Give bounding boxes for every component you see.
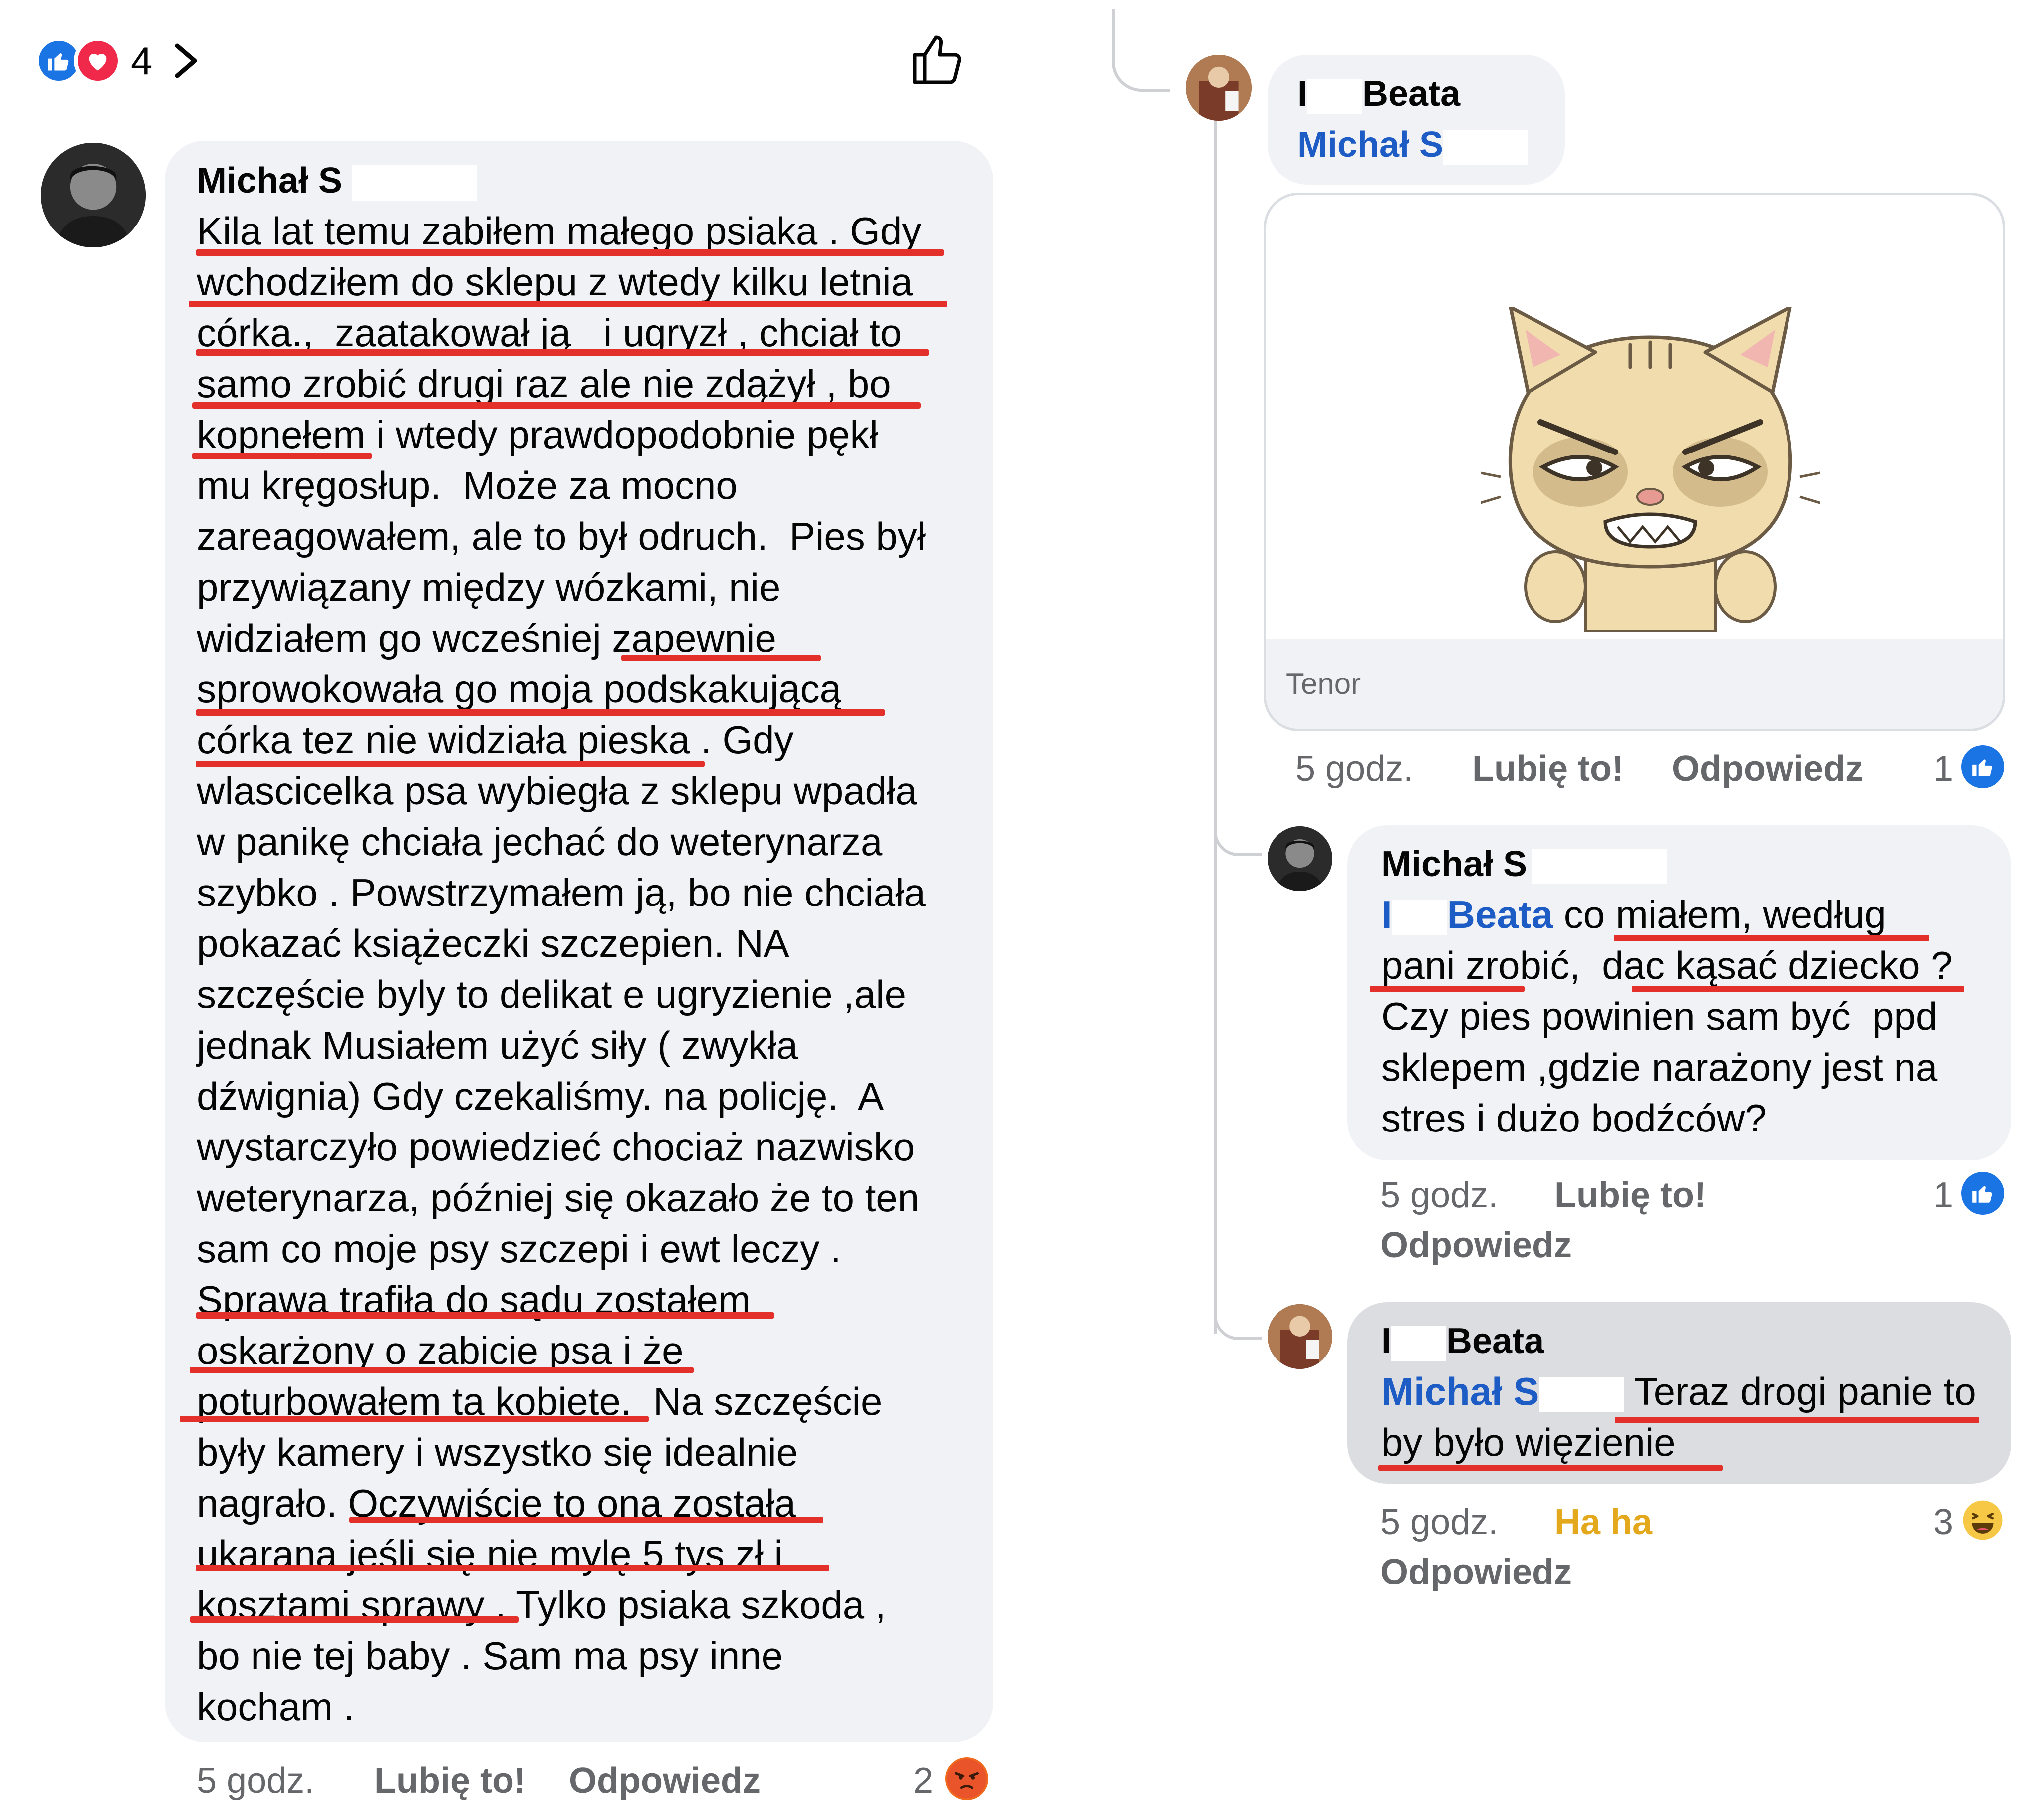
reaction-count: 2 bbox=[913, 1761, 934, 1801]
comment-line: przywiązany między wózkami, nie bbox=[197, 565, 781, 609]
comment-line: dźwignia) Gdy czekaliśmy. na policję. A bbox=[197, 1074, 884, 1118]
avatar[interactable] bbox=[1268, 1304, 1332, 1369]
comment-line: bo nie tej baby . Sam ma psy inne bbox=[197, 1634, 783, 1678]
comment-line: sprowokowała go moja podskakującą bbox=[197, 667, 842, 711]
comment-timestamp[interactable]: 5 godz. bbox=[1380, 1502, 1498, 1543]
comment-line: Kila lat temu zabiłem małego psiaka . Gd… bbox=[197, 209, 922, 253]
mention-link[interactable]: Michał S bbox=[1297, 125, 1443, 165]
comment-line: wystarczyło powiedzieć chociaż nazwisko bbox=[197, 1125, 915, 1169]
avatar[interactable] bbox=[1186, 55, 1252, 121]
comment-line: stres i dużo bodźców? bbox=[1381, 1096, 1767, 1140]
gif-attachment[interactable]: Tenor bbox=[1264, 193, 2005, 731]
comment-line: sam co moje psy szczepi i ewt leczy . bbox=[197, 1227, 841, 1271]
angry-emoji-icon[interactable] bbox=[945, 1757, 988, 1800]
comment-line: weterynarza, później się okazało że to t… bbox=[197, 1176, 920, 1220]
comment-line: zareagowałem, ale to był odruch. Pies by… bbox=[197, 514, 926, 558]
haha-emoji-icon[interactable] bbox=[1961, 1499, 2004, 1542]
mention-link[interactable]: Michał S bbox=[1381, 1369, 1539, 1413]
comment-line: ukarana jeśli się nie mylę 5 tys zł i bbox=[197, 1532, 783, 1576]
reply-author[interactable]: Michał S bbox=[1381, 839, 2011, 889]
love-reaction-icon bbox=[74, 37, 122, 85]
reply-button[interactable]: Odpowiedz bbox=[569, 1761, 761, 1801]
comment-line: wlascicelka psa wybiegła z sklepu wpadła bbox=[197, 769, 917, 813]
comment-line: pokazać książeczki szczepien. NA bbox=[197, 921, 789, 965]
redacted-name bbox=[1392, 900, 1447, 935]
comment-text: Michał S Teraz drogi panie to bbox=[1381, 1369, 1976, 1413]
reply-bubble: I Beata Michał S bbox=[1268, 55, 1565, 185]
redacted-surname bbox=[1532, 849, 1667, 884]
reaction-count: 4 bbox=[131, 38, 153, 83]
comment-line: szczęście byly to delikat e ugryzienie ,… bbox=[197, 972, 907, 1016]
like-button[interactable]: Lubię to! bbox=[1554, 1175, 1706, 1215]
reply-button[interactable]: Odpowiedz bbox=[1380, 1552, 1572, 1592]
avatar[interactable] bbox=[1268, 826, 1332, 891]
like-button[interactable]: Lubię to! bbox=[374, 1761, 526, 1801]
avatar[interactable] bbox=[41, 143, 146, 247]
comment-line: pani zrobić, dac kąsać dziecko ? bbox=[1381, 943, 1953, 987]
comment-line: jednak Musiałem użyć siły ( zwykła bbox=[197, 1023, 798, 1067]
reactions-summary[interactable]: 4 bbox=[35, 36, 202, 86]
reply-button[interactable]: Odpowiedz bbox=[1672, 749, 1863, 789]
angry-cat-gif bbox=[1481, 307, 1820, 632]
comment-bubble: Michał S Kila lat temu zabiłem małego ps… bbox=[165, 141, 993, 1742]
redacted-surname bbox=[352, 165, 478, 201]
redacted-name bbox=[1391, 1326, 1447, 1361]
like-icon[interactable] bbox=[1961, 1172, 2004, 1215]
comment-line: Czy pies powinien sam być ppd bbox=[1381, 994, 1938, 1038]
gif-source-label: Tenor bbox=[1266, 639, 2003, 729]
comment-line: samo zrobić drugi raz ale nie zdążył , b… bbox=[197, 362, 891, 406]
reaction-count: 3 bbox=[1933, 1502, 1954, 1542]
haha-button[interactable]: Ha ha bbox=[1554, 1502, 1652, 1542]
redacted-name bbox=[1307, 78, 1363, 114]
comment-line: córka tez nie widziała pieska . Gdy bbox=[197, 718, 794, 762]
reply-bubble: Michał S I Beata co miałem, według pani z… bbox=[1347, 825, 2011, 1160]
comment-timestamp[interactable]: 5 godz. bbox=[1295, 748, 1413, 789]
reply-author[interactable]: I Beata bbox=[1297, 69, 1565, 119]
comment-line: kopnełem i wtedy prawdopodobnie pękł bbox=[197, 413, 878, 456]
mention-link[interactable]: I Beata bbox=[1381, 893, 1553, 936]
reaction-count: 1 bbox=[1933, 1175, 1954, 1215]
redacted-surname bbox=[1539, 1377, 1624, 1412]
reply-button[interactable]: Odpowiedz bbox=[1380, 1225, 1572, 1265]
chevron-right-icon[interactable] bbox=[167, 41, 202, 81]
comment-timestamp[interactable]: 5 godz. bbox=[1380, 1175, 1498, 1216]
like-button[interactable]: Lubię to! bbox=[1472, 749, 1624, 789]
comment-text-continued: pani zrobić, dac kąsać dziecko ? Czy pies… bbox=[1381, 940, 2011, 1143]
comment-line: widziałem go wcześniej zapewnie bbox=[197, 616, 776, 660]
reply-author[interactable]: I Beata bbox=[1381, 1316, 2011, 1366]
comment-line: szybko . Powstrzymałem ją, bo nie chciał… bbox=[197, 871, 926, 914]
reply-bubble: I Beata Michał S Teraz drogi panie to by … bbox=[1347, 1302, 2011, 1484]
redacted-surname bbox=[1443, 129, 1529, 165]
comment-line: były kamery i wszystko się idealnie bbox=[197, 1430, 798, 1474]
comment-line: mu kręgosłup. Może za mocno bbox=[197, 463, 738, 507]
comment-author[interactable]: Michał S bbox=[197, 156, 993, 206]
thumbs-up-icon[interactable] bbox=[907, 30, 967, 90]
like-icon[interactable] bbox=[1961, 745, 2004, 788]
comment-text: Kila lat temu zabiłem małego psiaka . Gd… bbox=[197, 206, 993, 1732]
reaction-count: 1 bbox=[1933, 749, 1954, 789]
comment-line: w panikę chciała jechać do weterynarza bbox=[197, 820, 883, 864]
comment-line: sklepem ,gdzie narażony jest na bbox=[1381, 1045, 1938, 1089]
comment-line: wchodziłem do sklepu z wtedy kilku letni… bbox=[197, 260, 913, 304]
comment-text-continued: by było więzienie bbox=[1381, 1420, 1676, 1464]
comment-line: kocham . bbox=[197, 1685, 355, 1729]
comment-text: I Beata co miałem, według bbox=[1381, 893, 1886, 936]
comment-timestamp[interactable]: 5 godz. bbox=[197, 1760, 314, 1801]
